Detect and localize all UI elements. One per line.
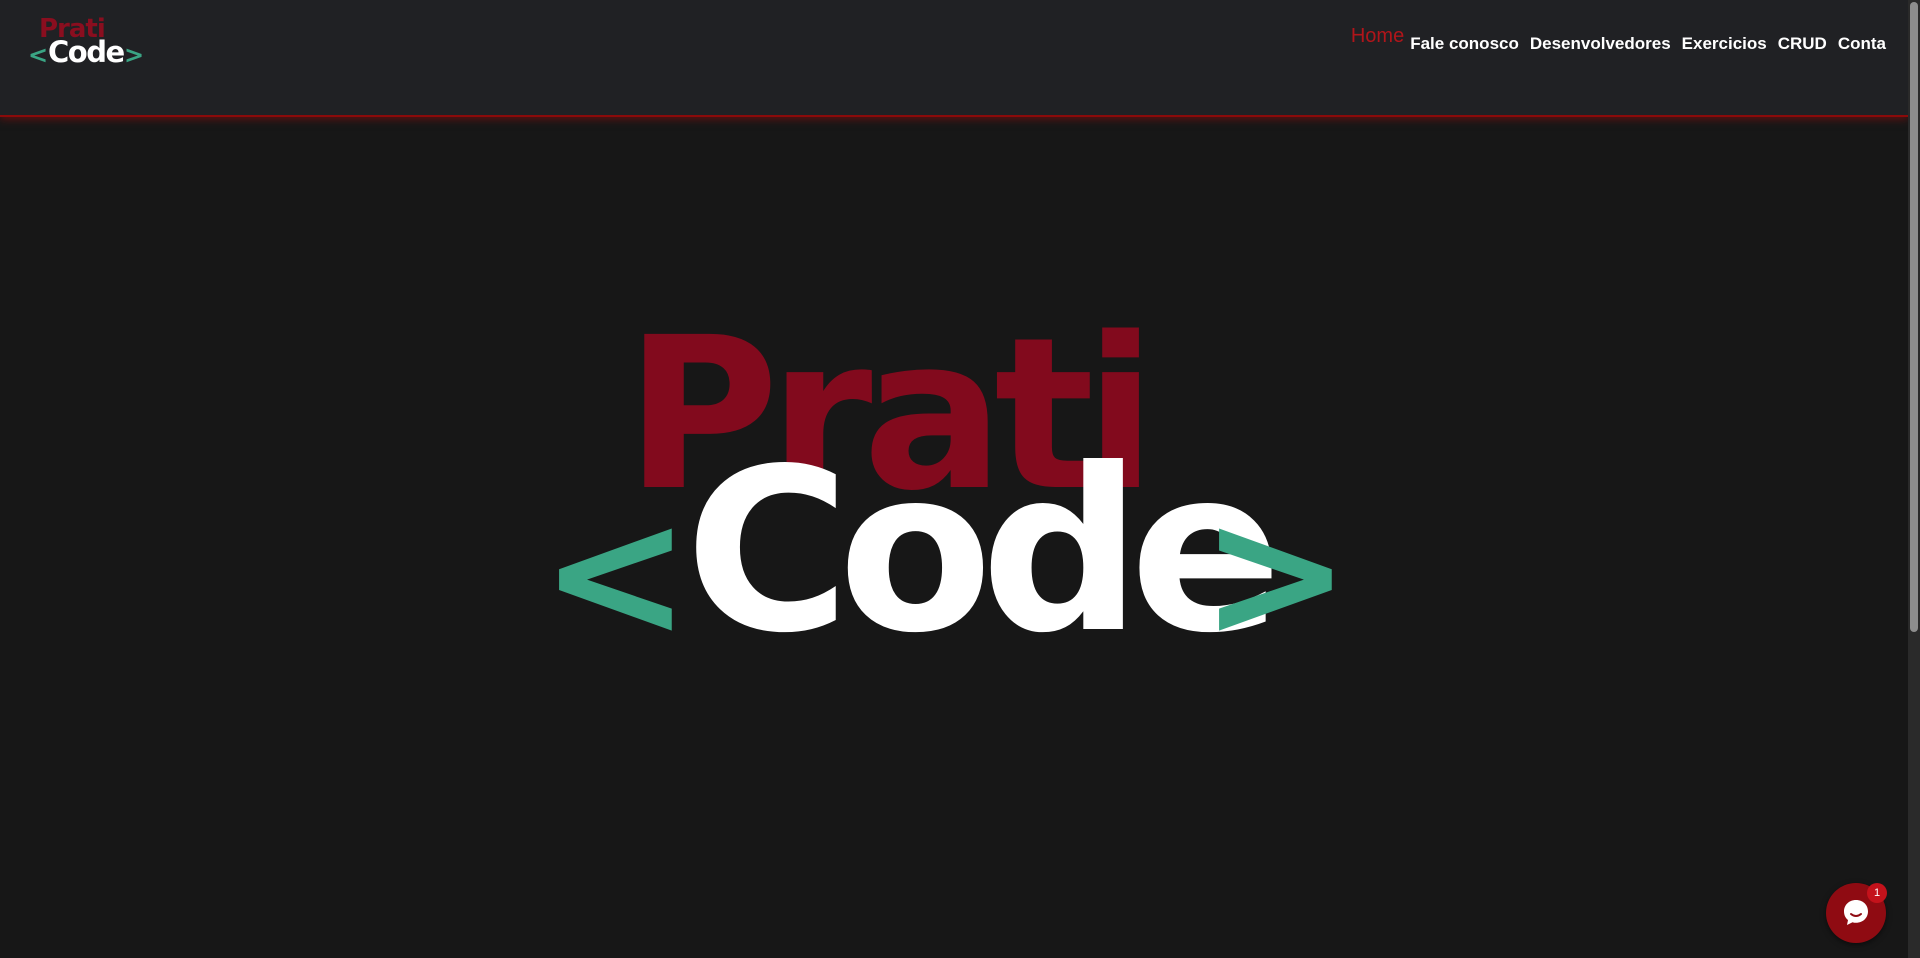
- chat-notification-badge: 1: [1867, 883, 1887, 903]
- logo-bracket-open: <: [28, 41, 49, 69]
- nav-home-link[interactable]: Home: [1351, 0, 1404, 48]
- nav-exercicios-link[interactable]: Exercicios: [1682, 0, 1767, 54]
- main-nav: Home Fale conosco Desenvolvedores Exerci…: [1351, 0, 1886, 60]
- nav-desenvolvedores-link[interactable]: Desenvolvedores: [1530, 0, 1671, 54]
- logo-code-text: Code: [48, 35, 125, 69]
- nav-conta-link[interactable]: Conta: [1838, 0, 1886, 54]
- hero-logo: Prati < Code >: [540, 310, 1351, 665]
- nav-fale-conosco-link[interactable]: Fale conosco: [1410, 0, 1519, 54]
- nav-crud-link[interactable]: CRUD: [1778, 0, 1827, 54]
- brand-logo-link[interactable]: Prati < Code >: [28, 16, 145, 69]
- vertical-scrollbar[interactable]: [1908, 0, 1920, 958]
- chat-bubble-icon: [1844, 900, 1868, 925]
- chat-widget-button[interactable]: 1: [1826, 883, 1887, 943]
- logo-bracket-close: >: [124, 41, 145, 69]
- page: Prati < Code > Home Fale conosco Desenvo…: [0, 0, 1920, 958]
- hero-logo-bracket-close: >: [1200, 470, 1351, 679]
- hero-logo-bracket-open: <: [540, 470, 691, 679]
- scrollbar-thumb[interactable]: [1910, 2, 1918, 632]
- top-navbar: Prati < Code > Home Fale conosco Desenvo…: [0, 0, 1908, 117]
- hero-logo-code-text: Code: [685, 421, 1282, 683]
